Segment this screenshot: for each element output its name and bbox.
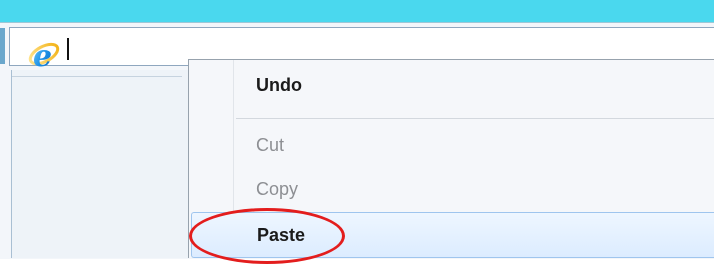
text-caret (67, 38, 69, 60)
menu-item-undo-label: Undo (256, 75, 302, 95)
page-divider (12, 76, 182, 77)
menu-item-cut[interactable]: Cut (189, 126, 714, 166)
menu-item-paste-label: Paste (257, 225, 306, 245)
menu-item-cut-label: Cut (256, 135, 285, 155)
menu-separator (236, 118, 714, 119)
menu-item-copy-label: Copy (256, 179, 299, 199)
menu-item-copy[interactable]: Copy (189, 170, 714, 210)
menu-item-undo[interactable]: Undo (189, 66, 714, 106)
window-edge-sliver (0, 28, 5, 64)
internet-explorer-icon: e (28, 39, 60, 71)
svg-text:e: e (33, 39, 52, 71)
menu-item-paste[interactable]: Paste (191, 212, 714, 258)
